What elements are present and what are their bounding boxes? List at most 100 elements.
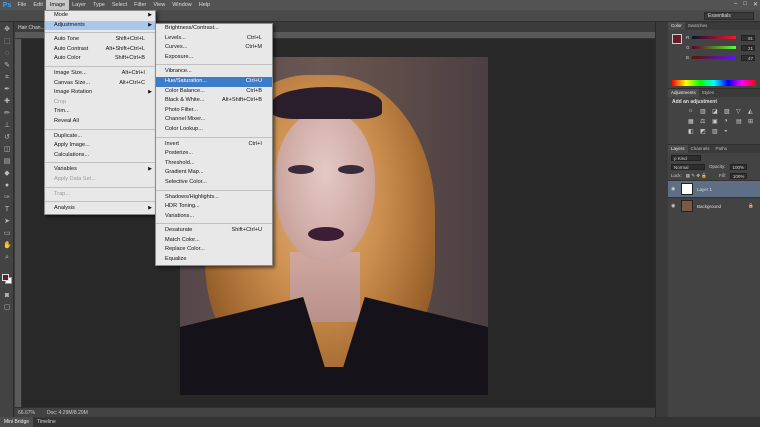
- green-slider[interactable]: [692, 46, 736, 49]
- menu-item-variables[interactable]: Variables ▶: [45, 165, 155, 175]
- menu-help[interactable]: Help: [195, 0, 213, 10]
- color-spectrum[interactable]: [672, 80, 756, 86]
- adjustment-icon[interactable]: ▨: [724, 108, 733, 115]
- adj-item-equalize[interactable]: Equalize: [156, 255, 272, 265]
- tab-paths[interactable]: Paths: [713, 145, 731, 153]
- menu-item-canvas-size[interactable]: Canvas Size... Alt+Ctrl+C: [45, 79, 155, 89]
- tab-channels[interactable]: Channels: [688, 145, 713, 153]
- path-select-tool-icon[interactable]: ➤: [3, 218, 11, 226]
- adj-item-desaturate[interactable]: Desaturate Shift+Ctrl+U: [156, 226, 272, 236]
- layer-row-layer-1[interactable]: ◉ Layer 1: [668, 180, 760, 197]
- foreground-color-preview[interactable]: [672, 34, 682, 44]
- adj-item-channel-mixer[interactable]: Channel Mixer...: [156, 115, 272, 125]
- layer-filter-select[interactable]: ρ Kind: [671, 154, 701, 161]
- adj-item-color-lookup[interactable]: Color Lookup...: [156, 125, 272, 135]
- shape-tool-icon[interactable]: ▭: [3, 230, 11, 238]
- menu-edit[interactable]: Edit: [30, 0, 46, 10]
- menu-item-trim[interactable]: Trim...: [45, 107, 155, 117]
- zoom-tool-icon[interactable]: ⌕: [3, 254, 11, 262]
- screen-mode-icon[interactable]: ▢: [3, 304, 11, 312]
- move-tool-icon[interactable]: ✥: [3, 26, 11, 34]
- menu-item-auto-tone[interactable]: Auto Tone Shift+Ctrl+L: [45, 35, 155, 45]
- menu-item-auto-color[interactable]: Auto Color Shift+Ctrl+B: [45, 54, 155, 64]
- blue-slider[interactable]: [692, 56, 736, 59]
- adj-item-threshold[interactable]: Threshold...: [156, 159, 272, 169]
- workspace-switcher[interactable]: Essentials: [704, 12, 754, 20]
- visibility-eye-icon[interactable]: ◉: [671, 186, 677, 192]
- eyedropper-tool-icon[interactable]: ✒: [3, 86, 11, 94]
- menu-item-analysis[interactable]: Analysis ▶: [45, 204, 155, 214]
- hand-tool-icon[interactable]: ✋: [3, 242, 12, 250]
- menu-item-auto-contrast[interactable]: Auto Contrast Alt+Shift+Ctrl+L: [45, 45, 155, 55]
- adjustment-icon[interactable]: ▥: [700, 108, 709, 115]
- blue-value[interactable]: 47: [741, 54, 755, 61]
- blur-tool-icon[interactable]: ◆: [3, 170, 11, 178]
- tab-color[interactable]: Color: [668, 22, 685, 30]
- menu-item-reveal-all[interactable]: Reveal All: [45, 117, 155, 127]
- adj-item-color-balance[interactable]: Color Balance... Ctrl+B: [156, 87, 272, 97]
- menu-item-duplicate[interactable]: Duplicate...: [45, 132, 155, 142]
- healing-tool-icon[interactable]: ✚: [3, 98, 11, 106]
- adjustment-icon[interactable]: ◒: [724, 128, 733, 135]
- quick-mask-icon[interactable]: ◙: [3, 292, 11, 300]
- adj-item-brightness-contrast[interactable]: Brightness/Contrast...: [156, 24, 272, 34]
- lock-icons[interactable]: ▦ ✎ ✥ 🔒: [686, 173, 707, 179]
- green-value[interactable]: 21: [741, 44, 755, 51]
- adj-item-vibrance[interactable]: Vibrance...: [156, 67, 272, 77]
- menu-item-mode[interactable]: Mode ▶: [45, 11, 155, 21]
- tab-mini-bridge[interactable]: Mini Bridge: [0, 417, 34, 427]
- marquee-tool-icon[interactable]: ⬚: [3, 38, 11, 46]
- menu-type[interactable]: Type: [89, 0, 108, 10]
- gradient-tool-icon[interactable]: ▤: [3, 158, 11, 166]
- adj-item-match-color[interactable]: Match Color...: [156, 236, 272, 246]
- pen-tool-icon[interactable]: ✑: [3, 194, 11, 202]
- adj-item-selective-color[interactable]: Selective Color...: [156, 178, 272, 188]
- tab-adjustments[interactable]: Adjustments: [668, 89, 699, 97]
- clone-stamp-tool-icon[interactable]: ⊥: [3, 122, 11, 130]
- adj-item-hue-saturation[interactable]: Hue/Saturation... Ctrl+U: [156, 76, 272, 87]
- type-tool-icon[interactable]: T: [3, 206, 11, 214]
- adj-item-curves[interactable]: Curves... Ctrl+M: [156, 43, 272, 53]
- menu-item-adjustments[interactable]: Adjustments ▶: [45, 20, 155, 31]
- adjustment-icon[interactable]: ▣: [712, 118, 721, 125]
- history-brush-tool-icon[interactable]: ↺: [3, 134, 11, 142]
- adj-item-replace-color[interactable]: Replace Color...: [156, 245, 272, 255]
- menu-select[interactable]: Select: [108, 0, 130, 10]
- menu-item-image-rotation[interactable]: Image Rotation ▶: [45, 88, 155, 98]
- layer-row-background[interactable]: ◉ Background 🔒: [668, 197, 760, 214]
- adjustment-icon[interactable]: ◑: [724, 118, 733, 125]
- menu-item-apply-image[interactable]: Apply Image...: [45, 141, 155, 151]
- blend-mode-select[interactable]: Normal: [671, 163, 705, 170]
- adjustment-icon[interactable]: ▦: [688, 118, 697, 125]
- doc-size[interactable]: Doc: 4.29M/8.29M: [47, 410, 88, 416]
- close-icon[interactable]: ✕: [753, 1, 758, 8]
- menu-file[interactable]: File: [14, 0, 30, 10]
- adjustment-icon[interactable]: ⊞: [748, 118, 757, 125]
- menu-item-calculations[interactable]: Calculations...: [45, 151, 155, 161]
- adjustment-icon[interactable]: ☼: [688, 108, 697, 115]
- menu-layer[interactable]: Layer: [69, 0, 90, 10]
- adjustment-icon[interactable]: ◩: [700, 128, 709, 135]
- adj-item-black-white[interactable]: Black & White... Alt+Shift+Ctrl+B: [156, 96, 272, 106]
- menu-view[interactable]: View: [150, 0, 169, 10]
- adj-item-photo-filter[interactable]: Photo Filter...: [156, 106, 272, 116]
- adj-item-posterize[interactable]: Posterize...: [156, 149, 272, 159]
- red-slider[interactable]: [692, 36, 736, 39]
- adjustment-icon[interactable]: ▧: [712, 128, 721, 135]
- eraser-tool-icon[interactable]: ◫: [3, 146, 11, 154]
- lasso-tool-icon[interactable]: ◌: [3, 50, 11, 58]
- tab-swatches[interactable]: Swatches: [685, 22, 711, 30]
- adj-item-hdr-toning[interactable]: HDR Toning...: [156, 202, 272, 212]
- menu-filter[interactable]: Filter: [131, 0, 150, 10]
- adjustment-icon[interactable]: ◧: [688, 128, 697, 135]
- adjustment-icon[interactable]: ◭: [748, 108, 757, 115]
- foreground-color-swatch[interactable]: [2, 274, 9, 281]
- menu-window[interactable]: Window: [169, 0, 196, 10]
- adjustment-icon[interactable]: ◪: [712, 108, 721, 115]
- adj-item-exposure[interactable]: Exposure...: [156, 53, 272, 63]
- quick-select-tool-icon[interactable]: ✎: [3, 62, 11, 70]
- adj-item-gradient-map[interactable]: Gradient Map...: [156, 168, 272, 178]
- menu-image[interactable]: Image: [46, 0, 69, 10]
- red-value[interactable]: 91: [741, 34, 755, 41]
- adjustment-icon[interactable]: ⚖: [700, 118, 709, 125]
